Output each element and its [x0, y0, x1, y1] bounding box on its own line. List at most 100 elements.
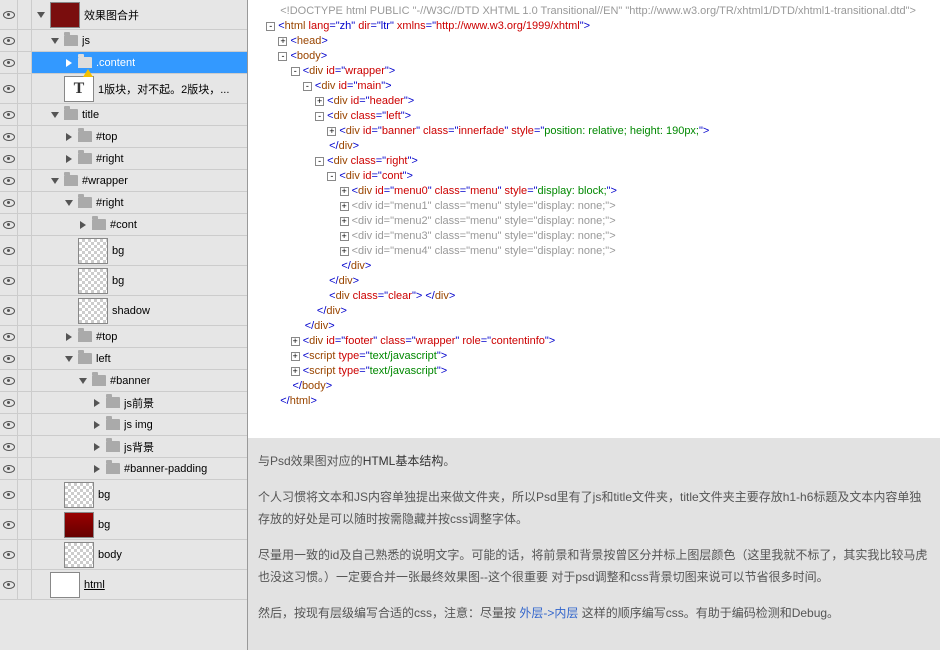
code-line[interactable]: <div class="clear"> </div> [254, 289, 934, 304]
visibility-toggle[interactable] [0, 236, 18, 265]
expand-icon[interactable]: - [291, 67, 300, 76]
code-line[interactable]: </div> [254, 319, 934, 334]
expand-icon[interactable]: - [315, 157, 324, 166]
expand-icon[interactable]: + [340, 217, 349, 226]
layer-row[interactable]: bg [0, 236, 247, 266]
visibility-toggle[interactable] [0, 126, 18, 147]
code-line[interactable]: -<div class="right"> [254, 154, 934, 169]
disclosure-icon[interactable] [78, 376, 88, 386]
code-line[interactable]: -<body> [254, 49, 934, 64]
layer-row[interactable]: js img [0, 414, 247, 436]
disclosure-icon[interactable] [36, 10, 46, 20]
disclosure-icon[interactable] [92, 398, 102, 408]
visibility-toggle[interactable] [0, 266, 18, 295]
layer-row[interactable]: #wrapper [0, 170, 247, 192]
layer-row[interactable]: left [0, 348, 247, 370]
code-line[interactable]: </html> [254, 394, 934, 409]
expand-icon[interactable]: + [291, 352, 300, 361]
code-line[interactable]: -<div id="cont"> [254, 169, 934, 184]
layer-row[interactable]: title [0, 104, 247, 126]
visibility-toggle[interactable] [0, 30, 18, 51]
code-line[interactable]: +<script type="text/javascript"> [254, 364, 934, 379]
layer-row[interactable]: #top [0, 326, 247, 348]
expand-icon[interactable]: - [303, 82, 312, 91]
expand-icon[interactable]: - [315, 112, 324, 121]
code-line[interactable]: +<div id="menu2" class="menu" style="dis… [254, 214, 934, 229]
layer-row[interactable]: #banner-padding [0, 458, 247, 480]
code-line[interactable]: +<div id="banner" class="innerfade" styl… [254, 124, 934, 139]
disclosure-icon[interactable] [92, 420, 102, 430]
layer-row[interactable]: .content [0, 52, 247, 74]
layer-row[interactable]: body [0, 540, 247, 570]
disclosure-icon[interactable] [64, 154, 74, 164]
code-line[interactable]: +<div id="menu1" class="menu" style="dis… [254, 199, 934, 214]
disclosure-icon[interactable] [64, 354, 74, 364]
layer-row[interactable]: #right [0, 192, 247, 214]
code-line[interactable]: -<div class="left"> [254, 109, 934, 124]
code-line[interactable]: </div> [254, 259, 934, 274]
expand-icon[interactable]: - [266, 22, 275, 31]
code-editor[interactable]: <!DOCTYPE html PUBLIC "-//W3C//DTD XHTML… [248, 0, 940, 438]
visibility-toggle[interactable] [0, 104, 18, 125]
layers-panel[interactable]: 效果图合并js.contentT1版块，对不起。2版块，...title#top… [0, 0, 248, 650]
expand-icon[interactable]: + [327, 127, 336, 136]
code-line[interactable]: <!DOCTYPE html PUBLIC "-//W3C//DTD XHTML… [254, 4, 934, 19]
layer-row[interactable]: bg [0, 510, 247, 540]
visibility-toggle[interactable] [0, 414, 18, 435]
visibility-toggle[interactable] [0, 436, 18, 457]
visibility-toggle[interactable] [0, 326, 18, 347]
expand-icon[interactable]: - [278, 52, 287, 61]
layer-row[interactable]: #banner [0, 370, 247, 392]
code-line[interactable]: +<div id="footer" class="wrapper" role="… [254, 334, 934, 349]
visibility-toggle[interactable] [0, 52, 18, 73]
layer-row[interactable]: #top [0, 126, 247, 148]
layer-row[interactable]: T1版块，对不起。2版块，... [0, 74, 247, 104]
layer-row[interactable]: js [0, 30, 247, 52]
disclosure-icon[interactable] [50, 176, 60, 186]
code-line[interactable]: -<div id="main"> [254, 79, 934, 94]
expand-icon[interactable]: + [278, 37, 287, 46]
visibility-toggle[interactable] [0, 510, 18, 539]
visibility-toggle[interactable] [0, 170, 18, 191]
layer-row[interactable]: js前景 [0, 392, 247, 414]
code-line[interactable]: </div> [254, 304, 934, 319]
disclosure-icon[interactable] [92, 442, 102, 452]
code-line[interactable]: +<div id="menu3" class="menu" style="dis… [254, 229, 934, 244]
visibility-toggle[interactable] [0, 540, 18, 569]
disclosure-icon[interactable] [64, 332, 74, 342]
expand-icon[interactable]: + [315, 97, 324, 106]
visibility-toggle[interactable] [0, 74, 18, 103]
disclosure-icon[interactable] [50, 110, 60, 120]
layer-row[interactable]: #cont [0, 214, 247, 236]
code-line[interactable]: +<script type="text/javascript"> [254, 349, 934, 364]
code-line[interactable]: </body> [254, 379, 934, 394]
code-line[interactable]: +<head> [254, 34, 934, 49]
code-line[interactable]: </div> [254, 139, 934, 154]
layer-row[interactable]: bg [0, 480, 247, 510]
layer-row[interactable]: 效果图合并 [0, 0, 247, 30]
disclosure-icon[interactable] [78, 220, 88, 230]
expand-icon[interactable]: + [291, 367, 300, 376]
layer-row[interactable]: html [0, 570, 247, 600]
code-line[interactable]: +<div id="menu0" class="menu" style="dis… [254, 184, 934, 199]
visibility-toggle[interactable] [0, 214, 18, 235]
visibility-toggle[interactable] [0, 296, 18, 325]
expand-icon[interactable]: + [340, 202, 349, 211]
disclosure-icon[interactable] [64, 132, 74, 142]
layer-row[interactable]: shadow [0, 296, 247, 326]
code-line[interactable]: -<div id="wrapper"> [254, 64, 934, 79]
layer-row[interactable]: js背景 [0, 436, 247, 458]
code-line[interactable]: -<html lang="zh" dir="ltr" xmlns="http:/… [254, 19, 934, 34]
visibility-toggle[interactable] [0, 192, 18, 213]
visibility-toggle[interactable] [0, 570, 18, 599]
disclosure-icon[interactable] [92, 464, 102, 474]
visibility-toggle[interactable] [0, 370, 18, 391]
expand-icon[interactable]: + [340, 247, 349, 256]
disclosure-icon[interactable] [64, 198, 74, 208]
visibility-toggle[interactable] [0, 392, 18, 413]
code-line[interactable]: </div> [254, 274, 934, 289]
disclosure-icon[interactable] [64, 58, 74, 68]
visibility-toggle[interactable] [0, 458, 18, 479]
code-line[interactable]: +<div id="header"> [254, 94, 934, 109]
layer-row[interactable]: bg [0, 266, 247, 296]
